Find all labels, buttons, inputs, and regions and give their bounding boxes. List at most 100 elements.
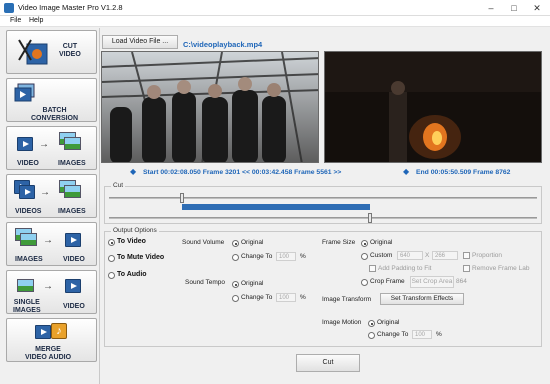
arrow-right-icon: → <box>43 281 53 292</box>
sidebar-label-cut: CUT VIDEO <box>59 43 81 58</box>
sound-volume-label: Sound Volume <box>182 239 225 246</box>
sidebar-label-vs2i-to: IMAGES <box>58 208 86 215</box>
sidebar-item-cut-video[interactable]: CUT VIDEO <box>6 30 97 74</box>
set-transform-effects-button[interactable]: Set Transform Effects <box>380 293 464 305</box>
frame-width-input[interactable]: 640 <box>397 251 423 260</box>
cut-end-track <box>109 217 537 219</box>
proportion-label: Proportion <box>472 252 502 259</box>
to-audio-radio[interactable] <box>108 272 115 279</box>
sidebar-item-images-to-video[interactable]: → IMAGES VIDEO <box>6 222 97 266</box>
sidebar: CUT VIDEO BATCH CONVERSION → VIDEO IMAGE… <box>0 28 100 384</box>
sidebar-item-videos-to-images[interactable]: → VIDEOS IMAGES <box>6 174 97 218</box>
frame-custom-radio[interactable] <box>361 253 368 260</box>
cut-start-handle[interactable] <box>179 193 184 203</box>
app-window: Video Image Master Pro V1.2.8 – □ ✕ File… <box>0 0 550 384</box>
frame-custom-label: Custom <box>370 252 393 259</box>
start-frame-preview <box>101 51 319 163</box>
images-icon-stack <box>20 233 37 246</box>
video-icon <box>17 137 33 151</box>
maximize-button[interactable]: □ <box>503 0 525 16</box>
sidebar-item-video-to-images[interactable]: → VIDEO IMAGES <box>6 126 97 170</box>
frame-original-radio[interactable] <box>361 240 368 247</box>
load-video-button[interactable]: Load Video File ... <box>102 35 178 49</box>
sidebar-label-si2v-to: VIDEO <box>63 303 85 310</box>
motion-change-label: Change To <box>377 331 409 338</box>
music-note-icon: ♪ <box>51 323 67 339</box>
motion-input[interactable]: 100 <box>412 330 432 339</box>
proportion-checkbox[interactable] <box>463 252 470 259</box>
cut-button[interactable]: Cut <box>296 354 360 372</box>
minimize-button[interactable]: – <box>480 0 502 16</box>
sidebar-label-si2v-from: SINGLE IMAGES <box>13 299 41 314</box>
image-transform-label: Image Transform <box>322 296 372 303</box>
image-motion-label: Image Motion <box>322 319 362 326</box>
sidebar-label-v2i-to: IMAGES <box>58 160 86 167</box>
images-icon-stack <box>64 185 81 198</box>
tempo-original-radio[interactable] <box>232 281 239 288</box>
video-icon <box>35 325 51 339</box>
images-icon-stack <box>64 137 81 150</box>
output-options-title: Output Options <box>111 227 159 234</box>
app-logo-icon <box>4 3 14 13</box>
cut-range-bar <box>181 204 371 210</box>
set-crop-area-button[interactable]: Set Crop Area <box>410 276 454 288</box>
image-icon <box>17 279 34 292</box>
volume-original-label: Original <box>241 239 264 246</box>
sidebar-item-merge-video-audio[interactable]: ♪ MERGE VIDEO AUDIO <box>6 318 97 362</box>
step-back-icon[interactable]: ◆ <box>130 168 136 176</box>
scissors-film-icon <box>18 39 48 65</box>
arrow-right-icon: → <box>39 139 49 150</box>
step-forward-icon[interactable]: ◆ <box>403 168 409 176</box>
batch-icon <box>14 83 35 102</box>
menu-help[interactable]: Help <box>29 17 43 24</box>
motion-original-radio[interactable] <box>368 320 375 327</box>
add-padding-checkbox[interactable] <box>369 265 376 272</box>
window-title: Video Image Master Pro V1.2.8 <box>18 3 123 12</box>
cut-group-title: Cut <box>111 182 126 189</box>
start-frame-image <box>102 52 318 162</box>
volume-input[interactable]: 100 <box>276 252 296 261</box>
to-video-label: To Video <box>117 238 146 245</box>
to-audio-label: To Audio <box>117 271 147 278</box>
crop-value: 864 <box>456 278 467 285</box>
sidebar-label-v2i-from: VIDEO <box>17 160 39 167</box>
menu-file[interactable]: File <box>10 17 21 24</box>
end-frame-preview <box>324 51 542 163</box>
title-bar: Video Image Master Pro V1.2.8 – □ ✕ <box>0 0 550 16</box>
end-frame-info: End 00:05:50.509 Frame 8762 <box>416 169 511 176</box>
crop-frame-radio[interactable] <box>361 279 368 286</box>
motion-pct: % <box>436 331 442 338</box>
to-mute-video-radio[interactable] <box>108 255 115 262</box>
sidebar-label-merge: MERGE VIDEO AUDIO <box>25 346 72 361</box>
start-frame-info: Start 00:02:08.050 Frame 3201 << 00:03:4… <box>143 169 342 176</box>
end-frame-image <box>325 52 541 162</box>
remove-frame-label: Remove Frame Lab <box>472 265 530 272</box>
to-mute-video-label: To Mute Video <box>117 254 165 261</box>
tempo-input[interactable]: 100 <box>276 293 296 302</box>
to-video-radio[interactable] <box>108 239 115 246</box>
close-button[interactable]: ✕ <box>526 0 548 16</box>
video-icon <box>65 279 81 293</box>
cut-end-handle[interactable] <box>368 213 373 223</box>
menu-bar: File Help <box>0 16 550 27</box>
sidebar-label-i2v-to: VIDEO <box>63 256 85 263</box>
frame-height-input[interactable]: 266 <box>432 251 458 260</box>
motion-change-radio[interactable] <box>368 332 375 339</box>
sidebar-item-batch-conversion[interactable]: BATCH CONVERSION <box>6 78 97 122</box>
frame-size-label: Frame Size <box>322 239 356 246</box>
add-padding-label: Add Padding to Fit <box>378 265 432 272</box>
tempo-pct: % <box>300 294 306 301</box>
volume-change-radio[interactable] <box>232 254 239 261</box>
frame-original-label: Original <box>370 239 393 246</box>
sidebar-label-batch: BATCH CONVERSION <box>31 107 79 122</box>
sound-tempo-label: Sound Tempo <box>185 279 225 286</box>
motion-original-label: Original <box>377 319 400 326</box>
videos-icon <box>19 185 35 199</box>
remove-frame-checkbox[interactable] <box>463 265 470 272</box>
frame-x-label: X <box>425 252 430 259</box>
volume-original-radio[interactable] <box>232 240 239 247</box>
tempo-change-radio[interactable] <box>232 295 239 302</box>
sidebar-item-single-images-to-video[interactable]: → SINGLE IMAGES VIDEO <box>6 270 97 314</box>
volume-change-label: Change To <box>241 253 273 260</box>
volume-pct: % <box>300 253 306 260</box>
